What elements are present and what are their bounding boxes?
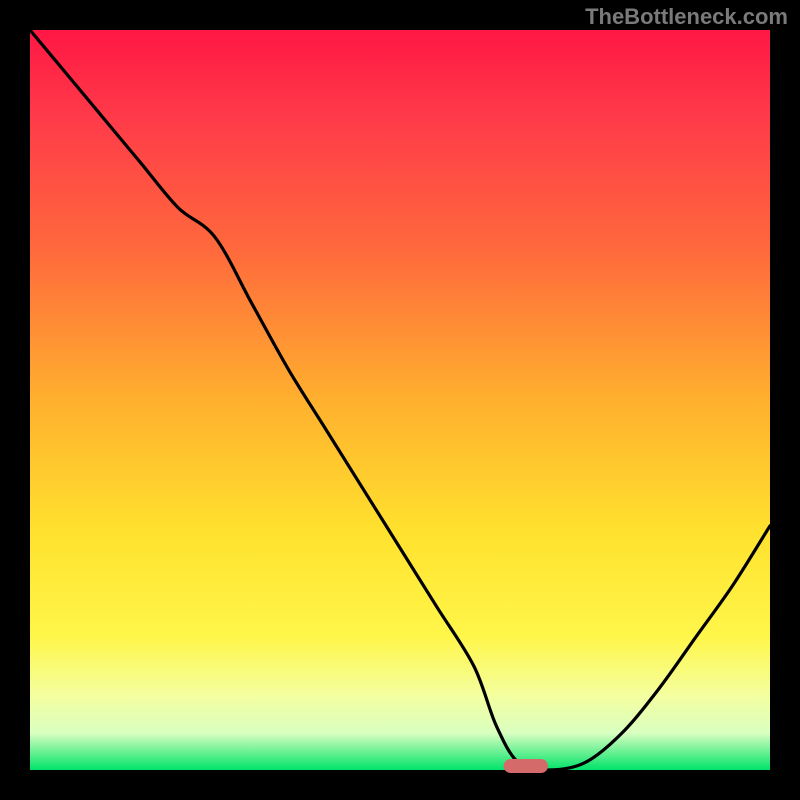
optimum-marker: [504, 759, 548, 773]
chart-frame: TheBottleneck.com: [0, 0, 800, 800]
watermark-text: TheBottleneck.com: [585, 4, 788, 30]
bottleneck-chart: [0, 0, 800, 800]
gradient-background: [30, 30, 770, 770]
